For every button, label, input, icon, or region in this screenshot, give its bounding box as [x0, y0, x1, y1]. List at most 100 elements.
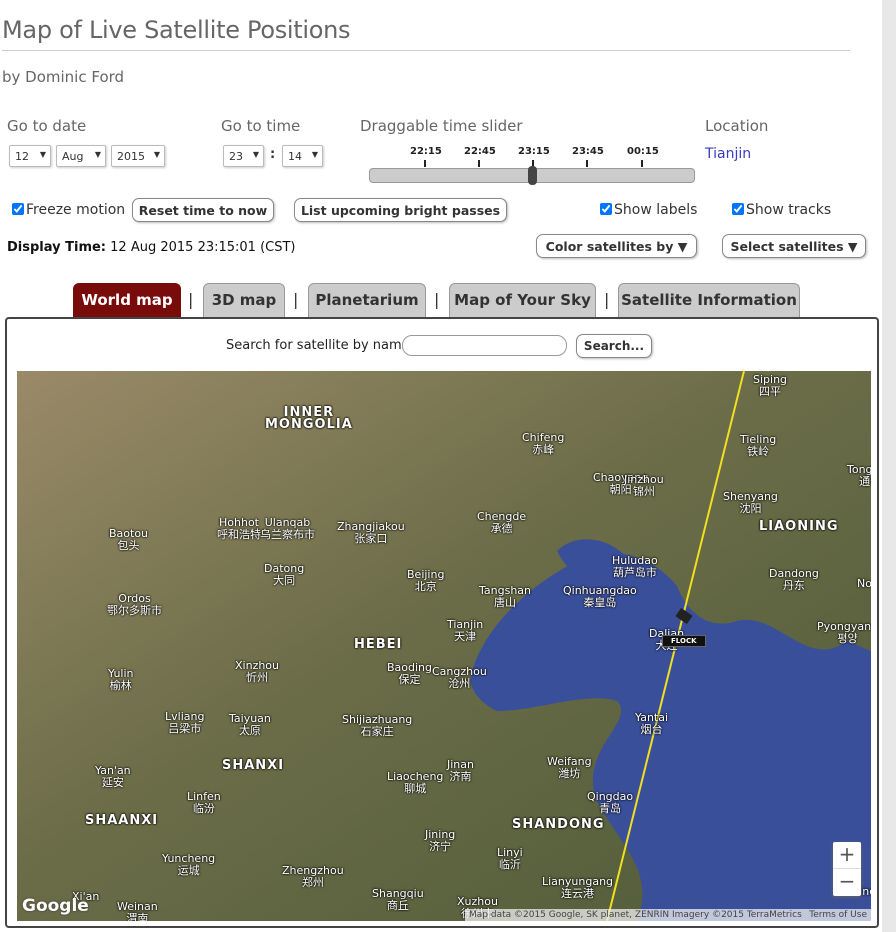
day-value: 12: [15, 150, 29, 163]
map-place-label: Chifeng 赤峰: [522, 431, 565, 456]
date-label: Go to date: [7, 117, 87, 135]
tab-separator: |: [293, 290, 299, 309]
location-label: Location: [705, 117, 769, 135]
map-place-label: Tieling 铁岭: [740, 433, 777, 458]
world-map[interactable]: Siping 四平 INNER MONGOLIA Chifeng 赤峰 Tieling…: [17, 371, 871, 921]
satellite-search-input[interactable]: [402, 335, 567, 356]
satellite-label-flock[interactable]: FLOCK: [662, 635, 706, 647]
map-place-label: Yan'an 延安: [95, 764, 131, 789]
slider-tick-mark: [478, 160, 480, 167]
tab-separator: |: [188, 290, 194, 309]
checkbox[interactable]: [12, 203, 24, 215]
slider-tick-mark: [641, 160, 643, 167]
map-place-label: Liaocheng 聊城: [387, 770, 444, 795]
map-place-label: Yantai 烟台: [635, 711, 669, 736]
map-place-label: Pyongyang 평양: [817, 620, 871, 645]
map-place-label: Ulanqab 乌兰察布市: [260, 516, 315, 541]
checkbox[interactable]: [732, 203, 744, 215]
map-place-label: Ordos 鄂尔多斯市: [107, 592, 162, 617]
map-place-label: Yuncheng 运城: [162, 852, 216, 877]
map-place-label: Cangzhou 沧州: [432, 665, 487, 690]
zoom-out-button[interactable]: −: [833, 869, 861, 893]
checkbox[interactable]: [600, 203, 612, 215]
list-bright-passes-button[interactable]: List upcoming bright passes: [294, 198, 507, 222]
tab-planetarium[interactable]: Planetarium: [308, 283, 426, 317]
time-label: Go to time: [221, 117, 301, 135]
show-tracks-checkbox[interactable]: Show tracks: [732, 202, 831, 218]
map-place-label: Tonghua 通化: [847, 463, 871, 488]
dropdown-arrow-icon: ▼: [94, 150, 101, 159]
map-place-label: Huludao 葫芦岛市: [612, 554, 658, 579]
tab-separator: |: [604, 290, 610, 309]
year-select[interactable]: 2015 ▼: [111, 145, 165, 167]
map-place-label: Lianyungang 连云港: [542, 875, 614, 900]
google-logo: Google: [22, 896, 89, 916]
search-button[interactable]: Search...: [576, 334, 652, 358]
time-separator: :: [270, 147, 276, 162]
slider-tick-mark: [424, 160, 426, 167]
map-place-label: Siping 四平: [753, 373, 788, 398]
tab-world-map[interactable]: World map: [73, 283, 181, 317]
zoom-in-button[interactable]: +: [833, 842, 861, 869]
slider-tick-mark: [586, 160, 588, 167]
slider-tick-label: 23:45: [572, 146, 604, 157]
month-value: Aug: [62, 150, 84, 163]
display-time-value: 12 Aug 2015 23:15:01 (CST): [110, 240, 296, 255]
map-place-label: Shijiazhuang 石家庄: [342, 713, 413, 738]
map-place-label: HEBEI: [354, 637, 403, 652]
search-label: Search for satellite by name:: [226, 338, 415, 353]
tab-satellite-information[interactable]: Satellite Information: [618, 283, 800, 317]
dropdown-arrow-icon: ▼: [153, 150, 160, 159]
checkbox-label: Show labels: [614, 202, 698, 218]
slider-tick-label: 22:45: [464, 146, 496, 157]
hour-value: 23: [229, 150, 243, 163]
map-place-label: Shangqiu 商丘: [372, 887, 424, 912]
tab-3d-map[interactable]: 3D map: [203, 283, 285, 317]
map-place-label: Weifang 潍坊: [547, 755, 592, 780]
map-attribution: Map data ©2015 Google, SK planet, ZENRIN…: [465, 909, 871, 921]
map-place-label: Chengde 承德: [477, 510, 527, 535]
reset-time-button[interactable]: Reset time to now: [132, 198, 274, 222]
map-place-label: Zhengzhou 郑州: [282, 864, 344, 889]
map-place-label: Qinhuangdao 秦皇岛: [563, 584, 637, 609]
display-time-label: Display Time:: [7, 240, 107, 255]
map-place-label: Beijing 北京: [407, 568, 445, 593]
minute-select[interactable]: 14 ▼: [282, 145, 323, 167]
map-place-label: Jinan 济南: [447, 758, 474, 783]
dropdown-arrow-icon: ▼: [252, 150, 259, 159]
page-scrollbar[interactable]: [882, 0, 896, 932]
month-select[interactable]: Aug ▼: [56, 145, 106, 167]
map-place-label: Dandong 丹东: [769, 567, 819, 592]
byline: by Dominic Ford: [2, 68, 125, 86]
minute-value: 14: [288, 150, 302, 163]
terms-of-use-link[interactable]: Terms of Use: [809, 910, 867, 920]
map-place-label: Datong 大同: [264, 562, 305, 587]
tab-map-of-your-sky[interactable]: Map of Your Sky: [449, 283, 596, 317]
year-value: 2015: [117, 150, 145, 163]
map-place-label: Zhangjiakou 张家口: [337, 520, 405, 545]
checkbox-label: Show tracks: [746, 202, 832, 218]
map-zoom-control: + −: [833, 842, 861, 896]
dropdown-arrow-icon: ▼: [311, 150, 318, 159]
map-place-label: Jinzhou 锦州: [624, 473, 664, 498]
checkbox-label: Freeze motion: [26, 202, 126, 218]
select-satellites-button[interactable]: Select satellites ▼: [722, 234, 866, 258]
map-place-label: Nor: [857, 577, 871, 590]
slider-tick-label: 23:15: [518, 146, 550, 157]
map-place-label: Linfen 临汾: [187, 790, 221, 815]
show-labels-checkbox[interactable]: Show labels: [600, 202, 697, 218]
time-slider-handle[interactable]: [528, 166, 537, 185]
map-place-label: Xinzhou 忻州: [235, 659, 280, 684]
slider-label: Draggable time slider: [360, 117, 523, 135]
map-place-label: LIAONING: [759, 519, 839, 534]
map-place-label: Hohhot 呼和浩特: [217, 516, 261, 541]
map-place-label: Baotou 包头: [109, 527, 149, 552]
day-select[interactable]: 12 ▼: [9, 145, 51, 167]
location-link[interactable]: Tianjin: [705, 146, 751, 162]
map-place-label: INNER MONGOLIA: [265, 405, 353, 432]
map-place-label: Tianjin 天津: [447, 618, 484, 643]
freeze-motion-checkbox[interactable]: Freeze motion: [12, 202, 125, 218]
hour-select[interactable]: 23 ▼: [223, 145, 264, 167]
slider-tick-label: 00:15: [627, 146, 659, 157]
color-satellites-button[interactable]: Color satellites by ▼: [536, 234, 697, 258]
